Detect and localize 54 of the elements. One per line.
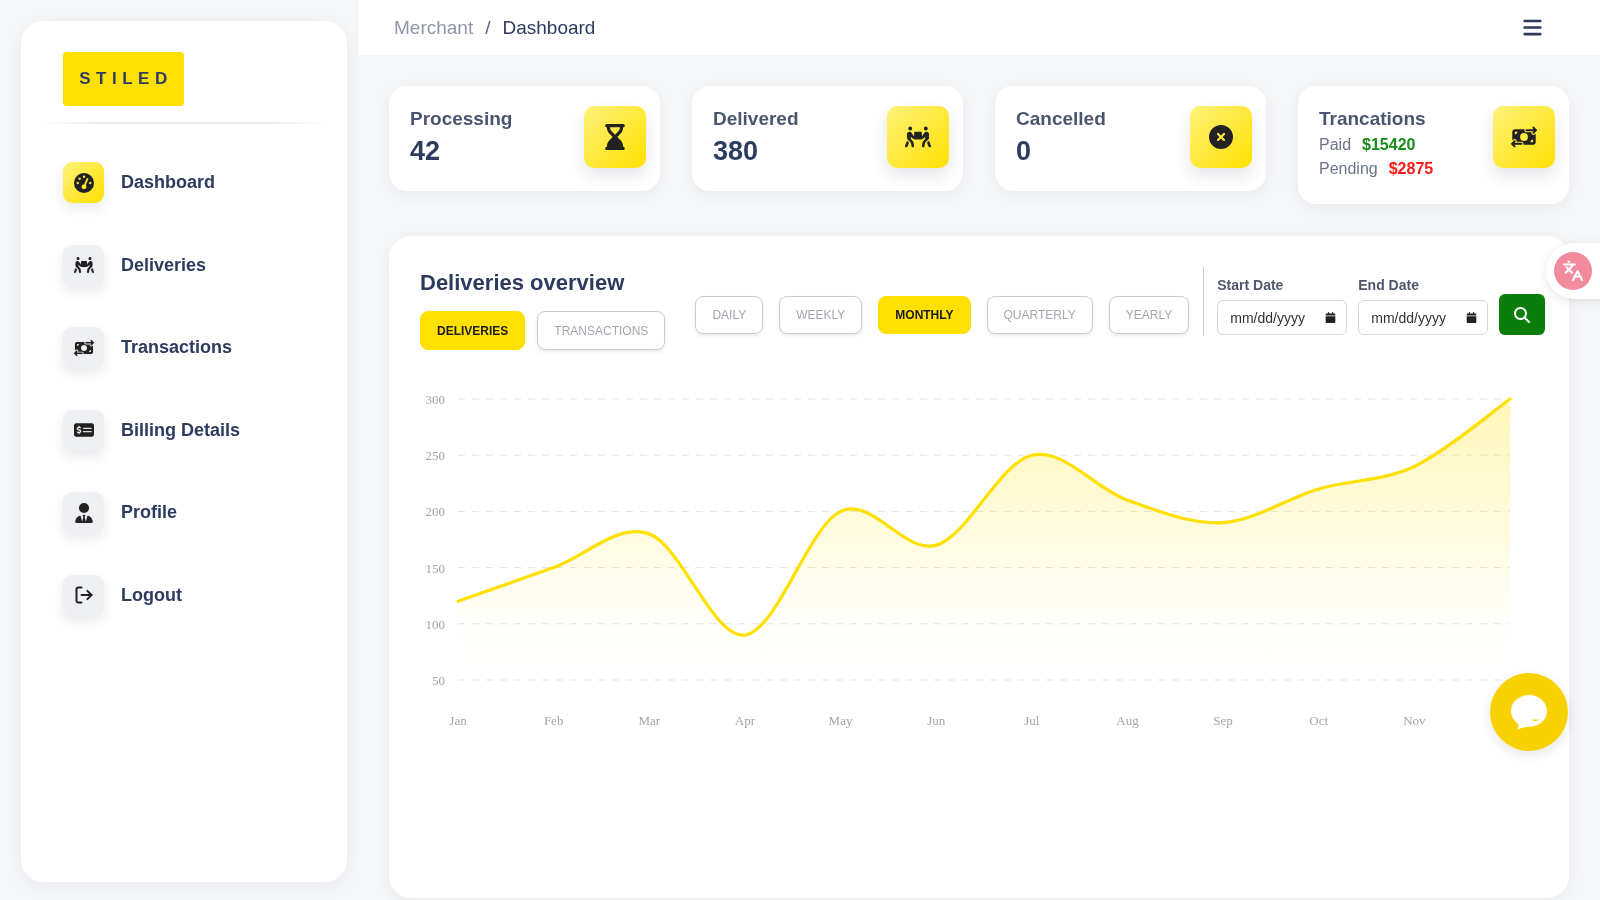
axis-label: Apr — [734, 713, 755, 728]
axis-label: Jul — [1024, 713, 1040, 728]
nav-item[interactable]: Deliveries — [63, 244, 207, 286]
hourglass-icon — [584, 106, 646, 168]
axis-label: Aug — [1116, 713, 1139, 728]
payment-label: Pending — [1319, 159, 1378, 179]
calendar-icon — [1466, 312, 1478, 323]
axis-label: May — [828, 713, 853, 728]
date-field[interactable]: mm/dd/yyyy — [1358, 300, 1489, 335]
axis-label: Sep — [1213, 713, 1233, 728]
axis-label: 250 — [425, 448, 445, 464]
field-label: End Date — [1358, 276, 1420, 294]
nav-item[interactable]: Logout — [63, 574, 182, 616]
axis-label: 100 — [425, 616, 445, 632]
money-transfer-icon — [1493, 106, 1555, 168]
axis-label: 300 — [425, 392, 445, 407]
field-label: Start Date — [1217, 276, 1285, 294]
menu-icon[interactable] — [1522, 17, 1543, 38]
stat-value: 0 — [1016, 136, 1033, 166]
translate-icon — [1554, 252, 1592, 290]
period-tab[interactable]: MONTHLY — [878, 296, 971, 334]
stat-title: Delivered — [713, 108, 799, 130]
people-carrying-icon — [887, 106, 949, 168]
search-button[interactable] — [1499, 294, 1546, 335]
date-field[interactable]: mm/dd/yyyy — [1217, 300, 1348, 335]
speech-bubble-icon — [1510, 694, 1548, 730]
axis-label: Nov — [1403, 713, 1426, 728]
card-title: Deliveries overview — [420, 270, 626, 296]
breadcrumb-current: Dashboard — [502, 16, 596, 39]
calendar-icon — [1325, 312, 1337, 323]
axis-label: Feb — [543, 713, 564, 728]
payment-amount: $15420 — [1362, 135, 1416, 155]
axis-label: Mar — [638, 713, 661, 728]
axis-label: 50 — [432, 673, 445, 688]
axis-label: Oct — [1309, 713, 1329, 728]
stat-title: Processing — [410, 108, 513, 130]
stat-value: 380 — [713, 136, 760, 166]
stat-title: Cancelled — [1016, 108, 1106, 130]
search-icon — [1514, 306, 1531, 323]
nav-item[interactable]: Transactions — [63, 327, 233, 368]
stat-title: Trancations — [1319, 108, 1427, 130]
axis-label: 150 — [425, 560, 445, 576]
dataset-tab[interactable]: DELIVERIES — [420, 311, 526, 350]
nav-item[interactable]: Profile — [63, 492, 177, 533]
logo: STILED — [63, 52, 184, 106]
payment-label: Paid — [1319, 135, 1352, 155]
axis-label: Jan — [449, 713, 467, 728]
payment-amount: $2875 — [1388, 159, 1434, 179]
breadcrumb-separator: / — [485, 16, 491, 39]
nav-item[interactable]: Billing Details — [63, 409, 241, 451]
nav-item[interactable]: Dashboard — [63, 162, 216, 203]
axis-label: Jun — [927, 713, 946, 728]
axis-label: 200 — [425, 504, 445, 520]
stat-value: 42 — [410, 136, 442, 166]
